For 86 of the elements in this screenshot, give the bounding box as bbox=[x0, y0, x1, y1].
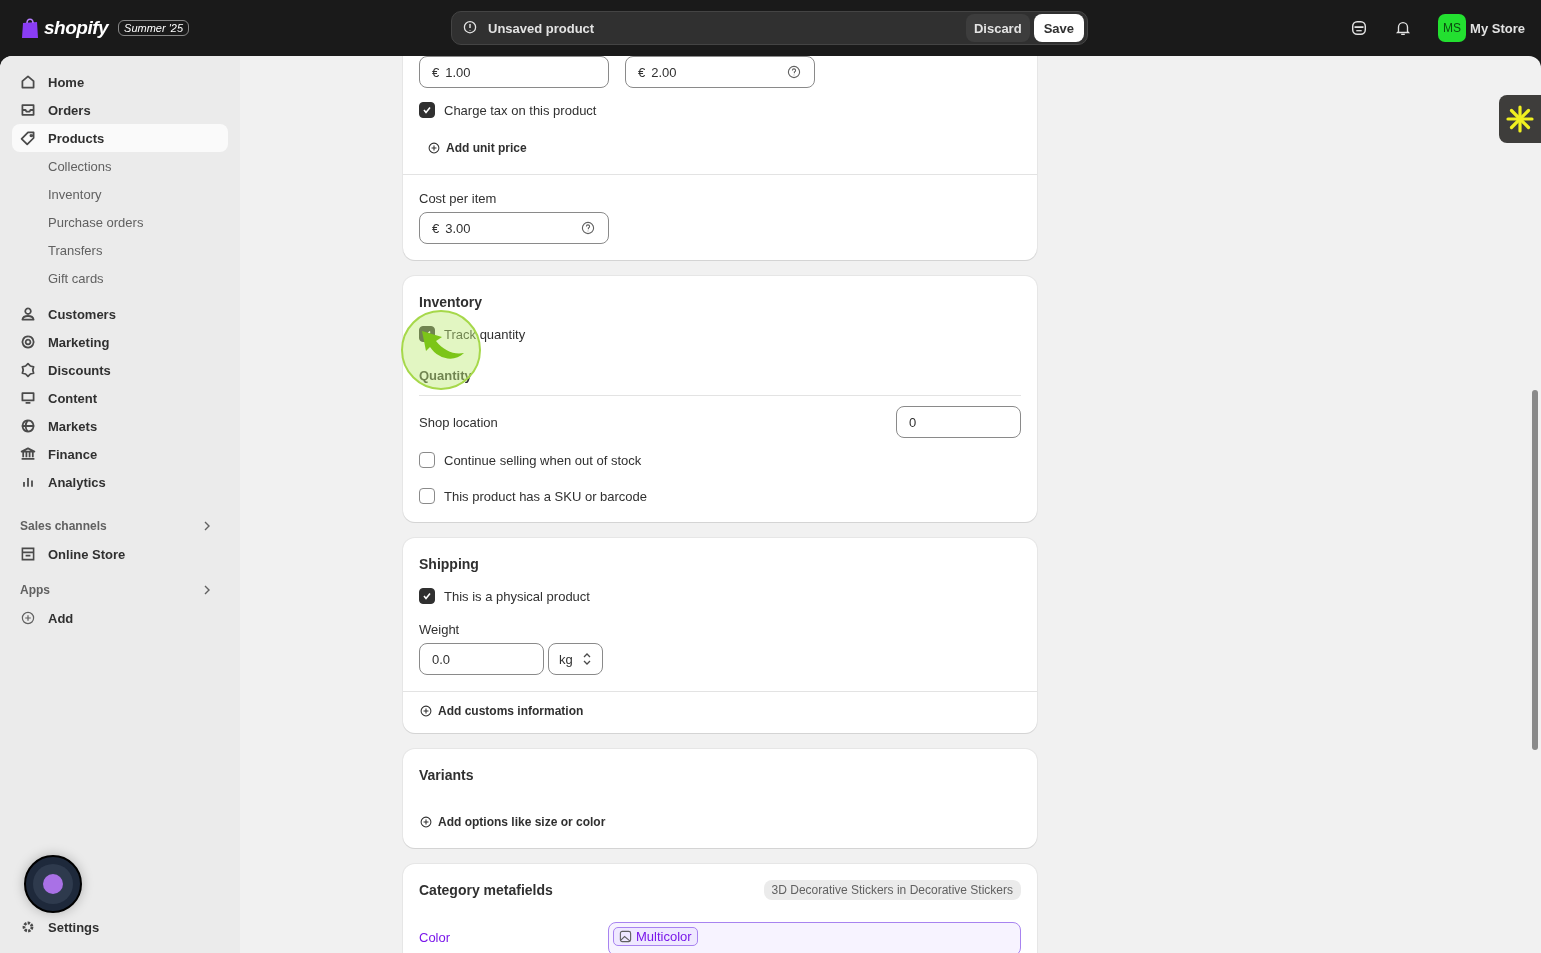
nav-item[interactable]: Products bbox=[12, 124, 228, 152]
alert-icon bbox=[462, 20, 478, 36]
field-label: Weight bbox=[419, 622, 461, 637]
checkbox[interactable] bbox=[419, 588, 435, 604]
store-name[interactable]: My Store bbox=[1470, 20, 1525, 36]
plus-circle-icon bbox=[427, 141, 441, 155]
checkbox[interactable] bbox=[419, 102, 435, 118]
checkbox[interactable] bbox=[419, 452, 435, 468]
nav-item[interactable]: Finance bbox=[12, 440, 228, 468]
metafield-input[interactable]: Multicolor bbox=[608, 922, 1021, 953]
shopping-bag-icon bbox=[20, 17, 40, 39]
store-avatar[interactable]: MS bbox=[1438, 14, 1467, 42]
checkbox-label: This is a physical product bbox=[444, 588, 590, 604]
tag-icon bbox=[20, 130, 36, 146]
nav-item[interactable]: Customers bbox=[12, 300, 228, 328]
monitor-icon bbox=[20, 390, 36, 406]
add-options-link[interactable]: Add options like size or color bbox=[419, 815, 606, 829]
add-customs-link[interactable]: Add customs information bbox=[419, 704, 584, 718]
person-icon bbox=[20, 306, 36, 322]
unit-select[interactable]: kg bbox=[548, 643, 603, 675]
section-heading[interactable]: Apps bbox=[20, 583, 50, 597]
edition-badge: Summer '25 bbox=[118, 20, 189, 36]
target-icon bbox=[20, 334, 36, 350]
cost-field[interactable]: € 3.00 bbox=[419, 212, 609, 244]
assistant-button[interactable] bbox=[24, 855, 82, 913]
location-name: Shop location bbox=[419, 414, 498, 430]
category-badge: 3D Decorative Stickers in Decorative Stickers bbox=[763, 880, 1021, 900]
checkbox-label: Charge tax on this product bbox=[444, 102, 597, 118]
plus-circle-icon bbox=[419, 815, 433, 829]
unsaved-message: Unsaved product bbox=[488, 20, 596, 36]
nav-subitem[interactable]: Inventory bbox=[12, 180, 228, 208]
nav-item[interactable]: Marketing bbox=[12, 328, 228, 356]
quantity-field[interactable]: 0 bbox=[896, 406, 1021, 438]
section-title: Quantity bbox=[419, 368, 473, 383]
checkbox-label: This product has a SKU or barcode bbox=[444, 488, 648, 504]
discard-button[interactable]: Discard bbox=[965, 14, 1030, 42]
house-icon bbox=[20, 74, 36, 90]
tray-icon bbox=[20, 102, 36, 118]
logo-text: shopify bbox=[44, 17, 109, 39]
card-title: Shipping bbox=[419, 556, 480, 572]
chevron-right-icon[interactable] bbox=[202, 521, 212, 531]
asterisk-icon bbox=[1505, 104, 1535, 134]
nav-item[interactable]: Discounts bbox=[12, 356, 228, 384]
section-heading[interactable]: Sales channels bbox=[20, 519, 107, 533]
floating-widget[interactable] bbox=[1499, 95, 1541, 143]
gear-icon bbox=[20, 919, 36, 935]
value-tag[interactable]: Multicolor bbox=[613, 927, 698, 946]
badge-icon bbox=[20, 362, 36, 378]
price-field[interactable]: € 1.00 bbox=[419, 56, 609, 88]
chevron-right-icon[interactable] bbox=[202, 585, 212, 595]
nav-item[interactable]: Orders bbox=[12, 96, 228, 124]
nav-subitem[interactable]: Purchase orders bbox=[12, 208, 228, 236]
image-icon bbox=[619, 930, 632, 943]
plus-circle-icon bbox=[419, 704, 433, 718]
weight-field[interactable]: 0.0 bbox=[419, 643, 544, 675]
bank-icon bbox=[20, 446, 36, 462]
help-icon[interactable] bbox=[580, 220, 596, 236]
help-icon[interactable] bbox=[786, 64, 802, 80]
nav-item[interactable]: Content bbox=[12, 384, 228, 412]
nav-item[interactable]: Markets bbox=[12, 412, 228, 440]
nav-subitem[interactable]: Collections bbox=[12, 152, 228, 180]
card-title: Variants bbox=[419, 767, 475, 783]
add-unit-price-link[interactable]: Add unit price bbox=[427, 141, 527, 155]
nav-item[interactable]: Add bbox=[12, 604, 228, 632]
storefront-icon bbox=[20, 546, 36, 562]
scrollbar-thumb[interactable] bbox=[1532, 390, 1538, 750]
nav-item[interactable]: Settings bbox=[12, 913, 228, 941]
card-title: Inventory bbox=[419, 294, 483, 310]
nav-item[interactable]: Online Store bbox=[12, 540, 228, 568]
metafield-label[interactable]: Color bbox=[419, 930, 608, 945]
plus-circle-icon bbox=[20, 610, 36, 626]
globe-icon bbox=[20, 418, 36, 434]
checkbox[interactable] bbox=[419, 488, 435, 504]
card-title: Category metafields bbox=[419, 882, 553, 898]
price-field[interactable]: € 2.00 bbox=[625, 56, 815, 88]
field-label: Cost per item bbox=[419, 191, 498, 206]
nav-item[interactable]: Home bbox=[12, 68, 228, 96]
checkmark-icon bbox=[421, 590, 433, 602]
nav-subitem[interactable]: Transfers bbox=[12, 236, 228, 264]
save-button[interactable]: Save bbox=[1033, 14, 1084, 42]
checkbox-label: Track quantity bbox=[444, 326, 526, 342]
checkmark-icon bbox=[421, 104, 433, 116]
checkbox-label: Continue selling when out of stock bbox=[444, 452, 642, 468]
updown-icon bbox=[582, 652, 592, 666]
nav-subitem[interactable]: Gift cards bbox=[12, 264, 228, 292]
nav-item[interactable]: Analytics bbox=[12, 468, 228, 496]
